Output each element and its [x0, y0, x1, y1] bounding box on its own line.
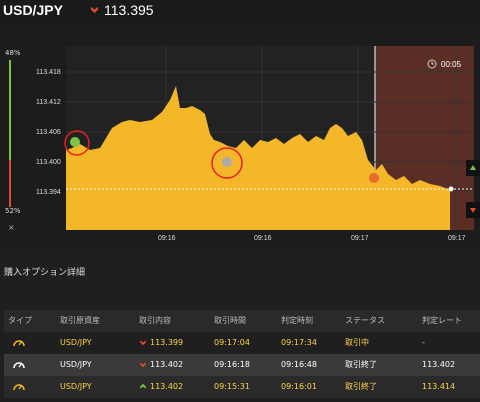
- timer-icon: [12, 332, 26, 354]
- current-price-dot: [448, 186, 454, 192]
- down-percent-bar: [9, 160, 11, 207]
- judge-time: 09:16:48: [281, 360, 317, 369]
- judge-rate: 113.414: [422, 382, 456, 391]
- down-arrow-icon: [140, 340, 146, 346]
- trade-status: 取引中: [345, 338, 369, 347]
- trade-time: 09:15:31: [214, 382, 250, 391]
- up-percent-label: 48%: [5, 49, 21, 57]
- timer-icon: [12, 354, 26, 376]
- up-arrow-icon: [140, 383, 146, 389]
- down-arrow-icon: [90, 6, 99, 14]
- chart-svg[interactable]: 48% 52% × 113.418 113.412 113.406 113.40…: [0, 24, 480, 248]
- trade-time: 09:16:18: [214, 360, 250, 369]
- x-tick-label: 09:16: [158, 235, 176, 242]
- col-header: 判定時刻: [281, 316, 313, 325]
- asset-name: USD/JPY: [60, 338, 92, 347]
- col-header: 取引原資産: [60, 316, 100, 325]
- col-header: タイプ: [8, 316, 32, 325]
- col-header: ステータス: [345, 316, 385, 325]
- trade-time: 09:17:04: [214, 338, 250, 347]
- countdown-timer: 00:05: [441, 60, 462, 69]
- y-tick-label: 113.406: [36, 129, 61, 136]
- judge-rate: 113.402: [422, 360, 456, 369]
- up-trade-marker-icon[interactable]: [70, 137, 80, 147]
- up-percent-bar: [9, 60, 11, 160]
- current-price: 113.395: [104, 2, 154, 18]
- y-tick-label: 113.418: [36, 69, 61, 76]
- trade-status: 取引終了: [345, 382, 377, 391]
- y-tick-label: 113.412: [36, 99, 61, 106]
- trade-rate: 113.402: [139, 376, 183, 398]
- down-trade-marker-icon[interactable]: [369, 173, 379, 183]
- y-axis-labels: 113.418 113.412 113.406 113.400 113.394: [36, 69, 61, 196]
- section-title: 購入オプション詳細: [4, 268, 86, 278]
- col-header: 取引時間: [214, 316, 246, 325]
- trade-status: 取引終了: [345, 360, 377, 369]
- y-tick-label: 113.394: [36, 189, 61, 196]
- col-header: 判定レート: [422, 316, 462, 325]
- down-percent-label: 52%: [5, 207, 21, 215]
- table-header-row: タイプ 取引原資産 取引内容 取引時間 判定時刻 ステータス 判定レート: [4, 310, 480, 332]
- trade-marker-icon[interactable]: [222, 157, 232, 167]
- timer-icon: [12, 376, 26, 398]
- col-header: 取引内容: [139, 316, 171, 325]
- trade-rate: 113.402: [139, 354, 183, 376]
- table-row[interactable]: USD/JPY 113.402 09:15:31 09:16:01 取引終了 1…: [4, 376, 480, 398]
- judge-rate: -: [422, 338, 425, 347]
- asset-pair-title: USD/JPY: [3, 2, 63, 18]
- close-icon[interactable]: ×: [8, 223, 15, 232]
- judge-time: 09:17:34: [281, 338, 317, 347]
- judge-time: 09:16:01: [281, 382, 317, 391]
- trade-table: タイプ 取引原資産 取引内容 取引時間 判定時刻 ステータス 判定レート USD…: [4, 310, 480, 398]
- header-bar: USD/JPY 113.395: [0, 0, 480, 24]
- price-chart[interactable]: 48% 52% × 113.418 113.412 113.406 113.40…: [0, 24, 480, 248]
- asset-name: USD/JPY: [60, 360, 92, 369]
- down-arrow-icon: [140, 362, 146, 368]
- x-tick-label: 09:17: [351, 235, 369, 242]
- trade-rate: 113.399: [139, 332, 183, 354]
- table-row[interactable]: USD/JPY 113.399 09:17:04 09:17:34 取引中 -: [4, 332, 480, 354]
- asset-name: USD/JPY: [60, 382, 92, 391]
- x-tick-label: 09:17: [448, 235, 466, 242]
- x-axis-labels: 09:16 09:16 09:17 09:17: [158, 235, 466, 242]
- x-tick-label: 09:16: [254, 235, 272, 242]
- table-row[interactable]: USD/JPY 113.402 09:16:18 09:16:48 取引終了 1…: [4, 354, 480, 376]
- y-tick-label: 113.400: [36, 159, 61, 166]
